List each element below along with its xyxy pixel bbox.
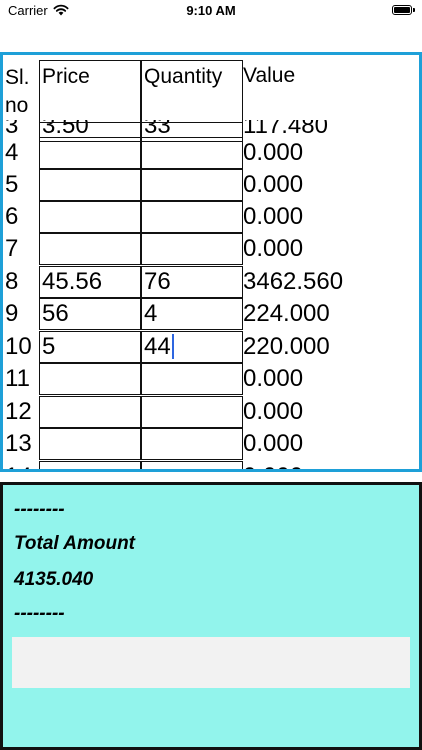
sl-no-cell: 10 xyxy=(5,333,32,360)
sl-no-cell: 11 xyxy=(5,365,30,392)
price-field[interactable] xyxy=(39,428,141,460)
price-field[interactable] xyxy=(39,169,141,201)
divider-top: -------- xyxy=(14,499,65,520)
value-cell: 220.000 xyxy=(243,333,330,360)
status-bar: Carrier 9:10 AM xyxy=(0,0,422,24)
table-row: 13 0.000 xyxy=(3,428,419,460)
divider-bottom: -------- xyxy=(14,603,65,624)
table-row: 8 45.56 76 3462.560 xyxy=(3,266,419,298)
price-field[interactable] xyxy=(39,137,141,169)
sl-no-cell: 8 xyxy=(5,268,19,295)
quantity-field[interactable]: 4 xyxy=(141,298,243,330)
value-cell: 0.000 xyxy=(243,430,304,457)
table-row: 4 0.000 xyxy=(3,137,419,169)
table-row: 10 5 44 220.000 xyxy=(3,331,419,363)
price-field[interactable] xyxy=(39,396,141,428)
total-amount-value: 4135.040 xyxy=(14,569,94,590)
quantity-field[interactable] xyxy=(141,201,243,233)
quantity-field[interactable] xyxy=(141,137,243,169)
price-field[interactable] xyxy=(39,201,141,233)
price-field[interactable]: 56 xyxy=(39,298,141,330)
table-row: 11 0.000 xyxy=(3,363,419,395)
sl-no-cell: 7 xyxy=(5,235,19,262)
quantity-field[interactable] xyxy=(141,461,243,469)
value-cell: 0.000 xyxy=(243,171,304,198)
table-row: 9 56 4 224.000 xyxy=(3,298,419,330)
text-input-field[interactable] xyxy=(12,637,410,688)
sl-no-cell: 9 xyxy=(5,300,19,327)
sl-no-cell: 14 xyxy=(5,461,32,469)
sl-no-cell: 4 xyxy=(5,139,19,166)
quantity-field[interactable] xyxy=(141,363,243,395)
sl-no-cell: 13 xyxy=(5,430,32,457)
battery-icon xyxy=(392,5,415,15)
total-amount-label: Total Amount xyxy=(14,533,136,554)
table-row: 6 0.000 xyxy=(3,201,419,233)
value-cell: 3462.560 xyxy=(243,268,344,295)
column-header-quantity: Quantity xyxy=(141,60,243,123)
table-row: 12 0.000 xyxy=(3,396,419,428)
price-field[interactable]: 45.56 xyxy=(39,266,141,298)
value-cell: 0.000 xyxy=(243,398,304,425)
price-field[interactable]: 5 xyxy=(39,331,141,363)
table-row: 14 0.000 xyxy=(3,461,419,469)
quantity-field[interactable] xyxy=(141,396,243,428)
value-cell: 0.000 xyxy=(243,461,303,469)
text-caret xyxy=(171,334,174,359)
column-header-value: Value xyxy=(243,64,296,87)
table-row: 7 0.000 xyxy=(3,233,419,265)
value-cell: 0.000 xyxy=(243,203,304,230)
quantity-value: 44 xyxy=(144,333,171,360)
quantity-field[interactable] xyxy=(141,428,243,460)
clock: 9:10 AM xyxy=(186,3,236,18)
quantity-field[interactable] xyxy=(141,233,243,265)
quantity-field[interactable] xyxy=(141,169,243,201)
sl-no-cell: 5 xyxy=(5,171,19,198)
sl-no-cell: 12 xyxy=(5,398,32,425)
total-panel: -------- Total Amount 4135.040 -------- xyxy=(0,482,422,750)
column-header-sl-no: Sl. no xyxy=(5,66,30,117)
value-cell: 0.000 xyxy=(243,139,304,166)
value-cell: 0.000 xyxy=(243,235,304,262)
sl-no-cell: 6 xyxy=(5,203,19,230)
value-cell: 0.000 xyxy=(243,365,304,392)
value-cell: 224.000 xyxy=(243,300,330,327)
quantity-field[interactable]: 76 xyxy=(141,266,243,298)
price-field[interactable] xyxy=(39,233,141,265)
items-table[interactable]: 3 3.50 33 117.480 4 0.000 5 0.000 6 0.00… xyxy=(0,52,422,472)
table-header: Sl. no Price Quantity Value xyxy=(3,55,419,123)
price-field[interactable] xyxy=(39,363,141,395)
table-row: 5 0.000 xyxy=(3,169,419,201)
column-header-price: Price xyxy=(39,60,141,123)
price-field[interactable] xyxy=(39,461,141,469)
quantity-field-active[interactable]: 44 xyxy=(141,331,243,363)
